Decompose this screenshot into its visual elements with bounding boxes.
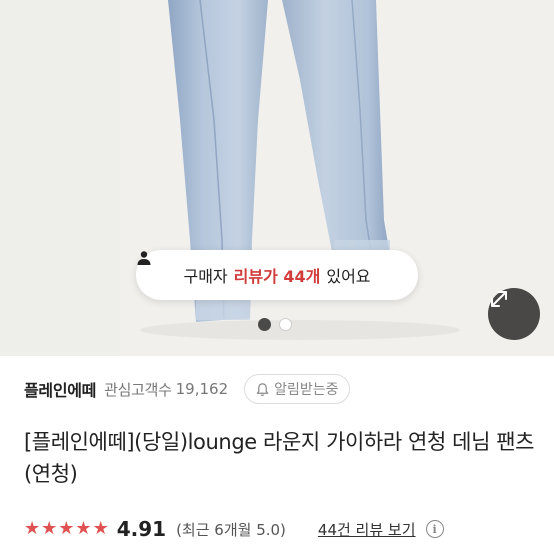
carousel-dot-2[interactable]	[279, 318, 292, 331]
rating-row: ★ ★ ★ ★ ★ 4.91 (최근 6개월 5.0) 44건 리뷰 보기 i	[24, 516, 544, 542]
star-icon: ★	[92, 518, 109, 539]
expand-arrows-icon	[491, 291, 507, 307]
alarm-label: 알림받는중	[274, 382, 339, 398]
store-row: 플레인에떼 관심고객수 19,162 알림받는중	[24, 372, 534, 406]
buyer-review-banner[interactable]: 구매자 리뷰가 44개 있어요	[136, 250, 418, 300]
info-icon[interactable]: i	[425, 520, 444, 538]
recent-rating: (최근 6개월 5.0)	[176, 520, 286, 539]
star-icon: ★	[24, 518, 41, 539]
star-icon: ★	[58, 518, 75, 539]
store-name[interactable]: 플레인에떼	[24, 377, 96, 401]
star-icon: ★	[41, 518, 58, 539]
expand-image-button[interactable]	[488, 288, 540, 340]
person-icon	[137, 251, 151, 265]
review-banner-highlight: 리뷰가 44개	[233, 267, 321, 286]
review-banner-prefix: 구매자	[183, 267, 228, 286]
view-reviews-link[interactable]: 44건 리뷰 보기	[318, 519, 416, 540]
fans-count: 19,162	[175, 380, 229, 398]
carousel-indicator	[258, 318, 292, 331]
product-image[interactable]: 구매자 리뷰가 44개 있어요	[0, 0, 554, 356]
denim-pants-photo	[0, 0, 554, 356]
bell-icon	[256, 382, 269, 396]
review-banner-suffix: 있어요	[326, 267, 371, 286]
carousel-dot-1[interactable]	[258, 318, 271, 331]
fans-label: 관심고객수	[104, 380, 172, 399]
star-rating: ★ ★ ★ ★ ★	[24, 520, 109, 538]
product-title: [플레인에떼](당일)lounge 라운지 가이하라 연청 데님 팬츠 (연청)	[24, 430, 535, 486]
alarm-toggle-button[interactable]: 알림받는중	[244, 374, 350, 404]
star-icon: ★	[75, 518, 92, 539]
rating-score: 4.91	[116, 517, 167, 541]
